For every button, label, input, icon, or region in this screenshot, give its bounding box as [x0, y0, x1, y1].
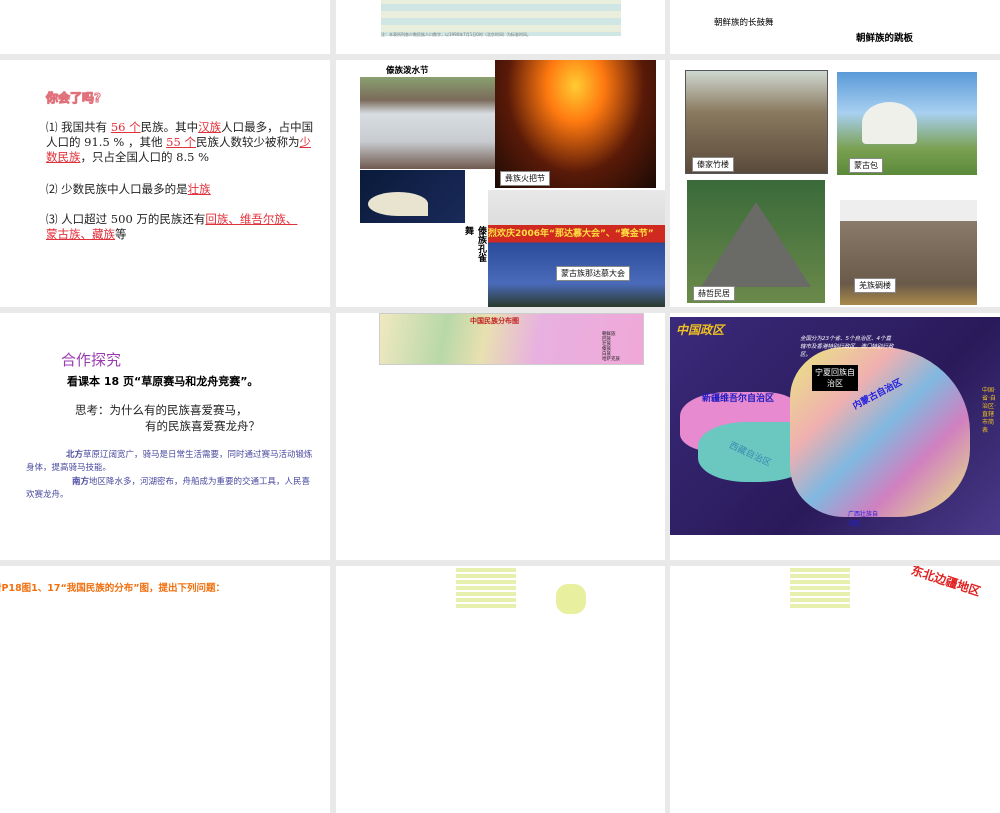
answer: 56 个 — [110, 120, 141, 134]
slide-thumbnail-northeast[interactable]: 东北边疆地区 — [670, 566, 1000, 813]
answer: 汉族 — [198, 120, 222, 134]
q1-text: ，只占全国人口的 8.5 % — [80, 150, 210, 164]
explore-title: 合作探究 — [61, 351, 122, 369]
water-festival-photo — [360, 77, 495, 169]
nadam-caption: 蒙古族那达慕大会 — [556, 266, 630, 281]
q3-text: 等 — [115, 227, 127, 241]
questions-text: 看P18图1、17“我国民族的分布”图，提出下列问题： — [0, 583, 226, 594]
dai-bamboo-house-photo: 傣家竹楼 — [685, 70, 828, 174]
north-label: 北方 — [66, 450, 84, 460]
house-caption: 赫哲民居 — [693, 286, 735, 301]
caption-long-drum: 朝鲜族的长鼓舞 — [714, 18, 774, 28]
slide-thumbnail-ethnic-map[interactable]: 中国民族分布图 朝鲜族 回族 壮族 傣族 白族 哈萨克族 — [336, 313, 665, 560]
south-text: 地区降水多，河湖密布，舟船成为重要的交通工具，人民喜欢赛龙舟。 — [26, 477, 311, 500]
explore-instruction: 看课本 18 页“草原赛马和龙舟竞赛”。 — [67, 375, 259, 388]
torch-festival-photo: 彝族火把节 — [495, 60, 656, 188]
hezhe-house-photo: 赫哲民居 — [687, 180, 825, 303]
q1-text: 民族。其中 — [140, 120, 199, 134]
banner-text: 烈欢庆2006年“那达慕大会”、“赛金节” — [488, 229, 654, 239]
torch-festival-caption: 彝族火把节 — [500, 171, 550, 186]
yurt-shape — [862, 102, 917, 144]
peacock-dance-photo — [360, 170, 465, 223]
q1-text: ⑴ 我国共有 — [46, 120, 111, 134]
map-legend: 朝鲜族 回族 壮族 傣族 白族 哈萨克族 — [602, 332, 620, 362]
map-info: 全国分为23个省、5个自治区、4个直辖市及香港特别行政区、澳门特别行政区。 — [800, 336, 894, 358]
hut-shape — [701, 202, 811, 287]
table-note: 注：本表所列各少数民族人口数字，以1990年7月1日0时（北京时间）为标准时间。 — [381, 32, 531, 37]
south-label: 南方 — [72, 477, 90, 487]
q2-text: ⑵ 少数民族中人口最多的是 — [46, 182, 188, 196]
slide-thumbnail-korean[interactable]: 朝鲜族的长鼓舞 朝鲜族的跳板 — [670, 0, 1000, 54]
house-caption: 傣家竹楼 — [692, 157, 734, 172]
slide-thumbnail-table[interactable]: 注：本表所列各少数民族人口数字，以1990年7月1日0时（北京时间）为标准时间。 — [336, 0, 665, 54]
slide-thumbnail-legend-map[interactable] — [336, 566, 665, 813]
q3-text: ⑶ 人口超过 500 万的民族还有 — [46, 212, 206, 226]
slide-thumbnail[interactable] — [0, 0, 330, 54]
q1-text: 民族人数较少被称为 — [195, 135, 300, 149]
northeast-label: 东北边疆地区 — [909, 566, 983, 599]
map-title: 中国政区 — [676, 323, 725, 337]
slide-thumbnail-quiz[interactable]: 你会了吗? ⑴ 我国共有 56 个民族。其中汉族人口最多，占中国人口的 91.5… — [0, 60, 330, 307]
qiang-tower-photo: 羌族碉楼 — [840, 200, 977, 305]
think-line-2: 有的民族喜爱赛龙舟？ — [145, 419, 260, 433]
caption-seesaw: 朝鲜族的跳板 — [856, 33, 914, 44]
slide-thumbnail-explore[interactable]: 合作探究 看课本 18 页“草原赛马和龙舟竞赛”。 思考：为什么有的民族喜爱赛马… — [0, 313, 330, 560]
think-line-1: 思考：为什么有的民族喜爱赛马， — [75, 403, 248, 417]
map-title: 中国民族分布图 — [470, 317, 519, 325]
answer: 55 个 — [166, 135, 196, 149]
yurt-photo: 蒙古包 — [837, 72, 977, 175]
side-legend: 中国·省·自治区·直辖市简表 — [982, 387, 996, 434]
slide-thumbnail-houses[interactable]: 傣家竹楼 蒙古包 赫哲民居 羌族碉楼 — [670, 60, 1000, 307]
slide-thumbnail-questions[interactable]: 看P18图1、17“我国民族的分布”图，提出下列问题： — [0, 566, 330, 813]
map-legend — [790, 568, 850, 608]
ethnic-distribution-map: 中国民族分布图 朝鲜族 回族 壮族 傣族 白族 哈萨克族 — [379, 313, 644, 365]
peacock-dance-caption: 傣族孔雀舞 — [463, 226, 486, 262]
nadam-photo: 烈欢庆2006年“那达慕大会”、“赛金节” 蒙古族那达慕大会 — [488, 190, 665, 307]
xinjiang-label: 新疆维吾尔自治区 — [702, 394, 775, 404]
answer: 壮族 — [187, 182, 211, 196]
guangxi-label: 广西壮族自治区 — [848, 511, 879, 527]
population-table — [381, 0, 621, 36]
slide-thumbnail-festivals[interactable]: 傣族泼水节 彝族火把节 傣族孔雀舞 烈欢庆2006年“那达慕大会”、“赛金节” … — [336, 60, 665, 307]
china-admin-map: 中国政区 全国分为23个省、5个自治区、4个直辖市及香港特别行政区、澳门特别行政… — [670, 317, 1000, 535]
legend-item: 哈萨克族 — [602, 357, 620, 362]
map-fragment — [556, 584, 586, 614]
slide-thumbnail-admin-map[interactable]: 中国政区 全国分为23个省、5个自治区、4个直辖市及香港特别行政区、澳门特别行政… — [670, 313, 1000, 560]
map-legend — [456, 568, 516, 608]
house-caption: 蒙古包 — [849, 158, 883, 173]
water-festival-caption: 傣族泼水节 — [386, 66, 429, 76]
house-caption: 羌族碉楼 — [854, 278, 896, 293]
quiz-title: 你会了吗? — [46, 91, 102, 106]
dancer-shape — [368, 192, 428, 216]
ningxia-label: 宁夏回族自治区 — [812, 365, 858, 391]
